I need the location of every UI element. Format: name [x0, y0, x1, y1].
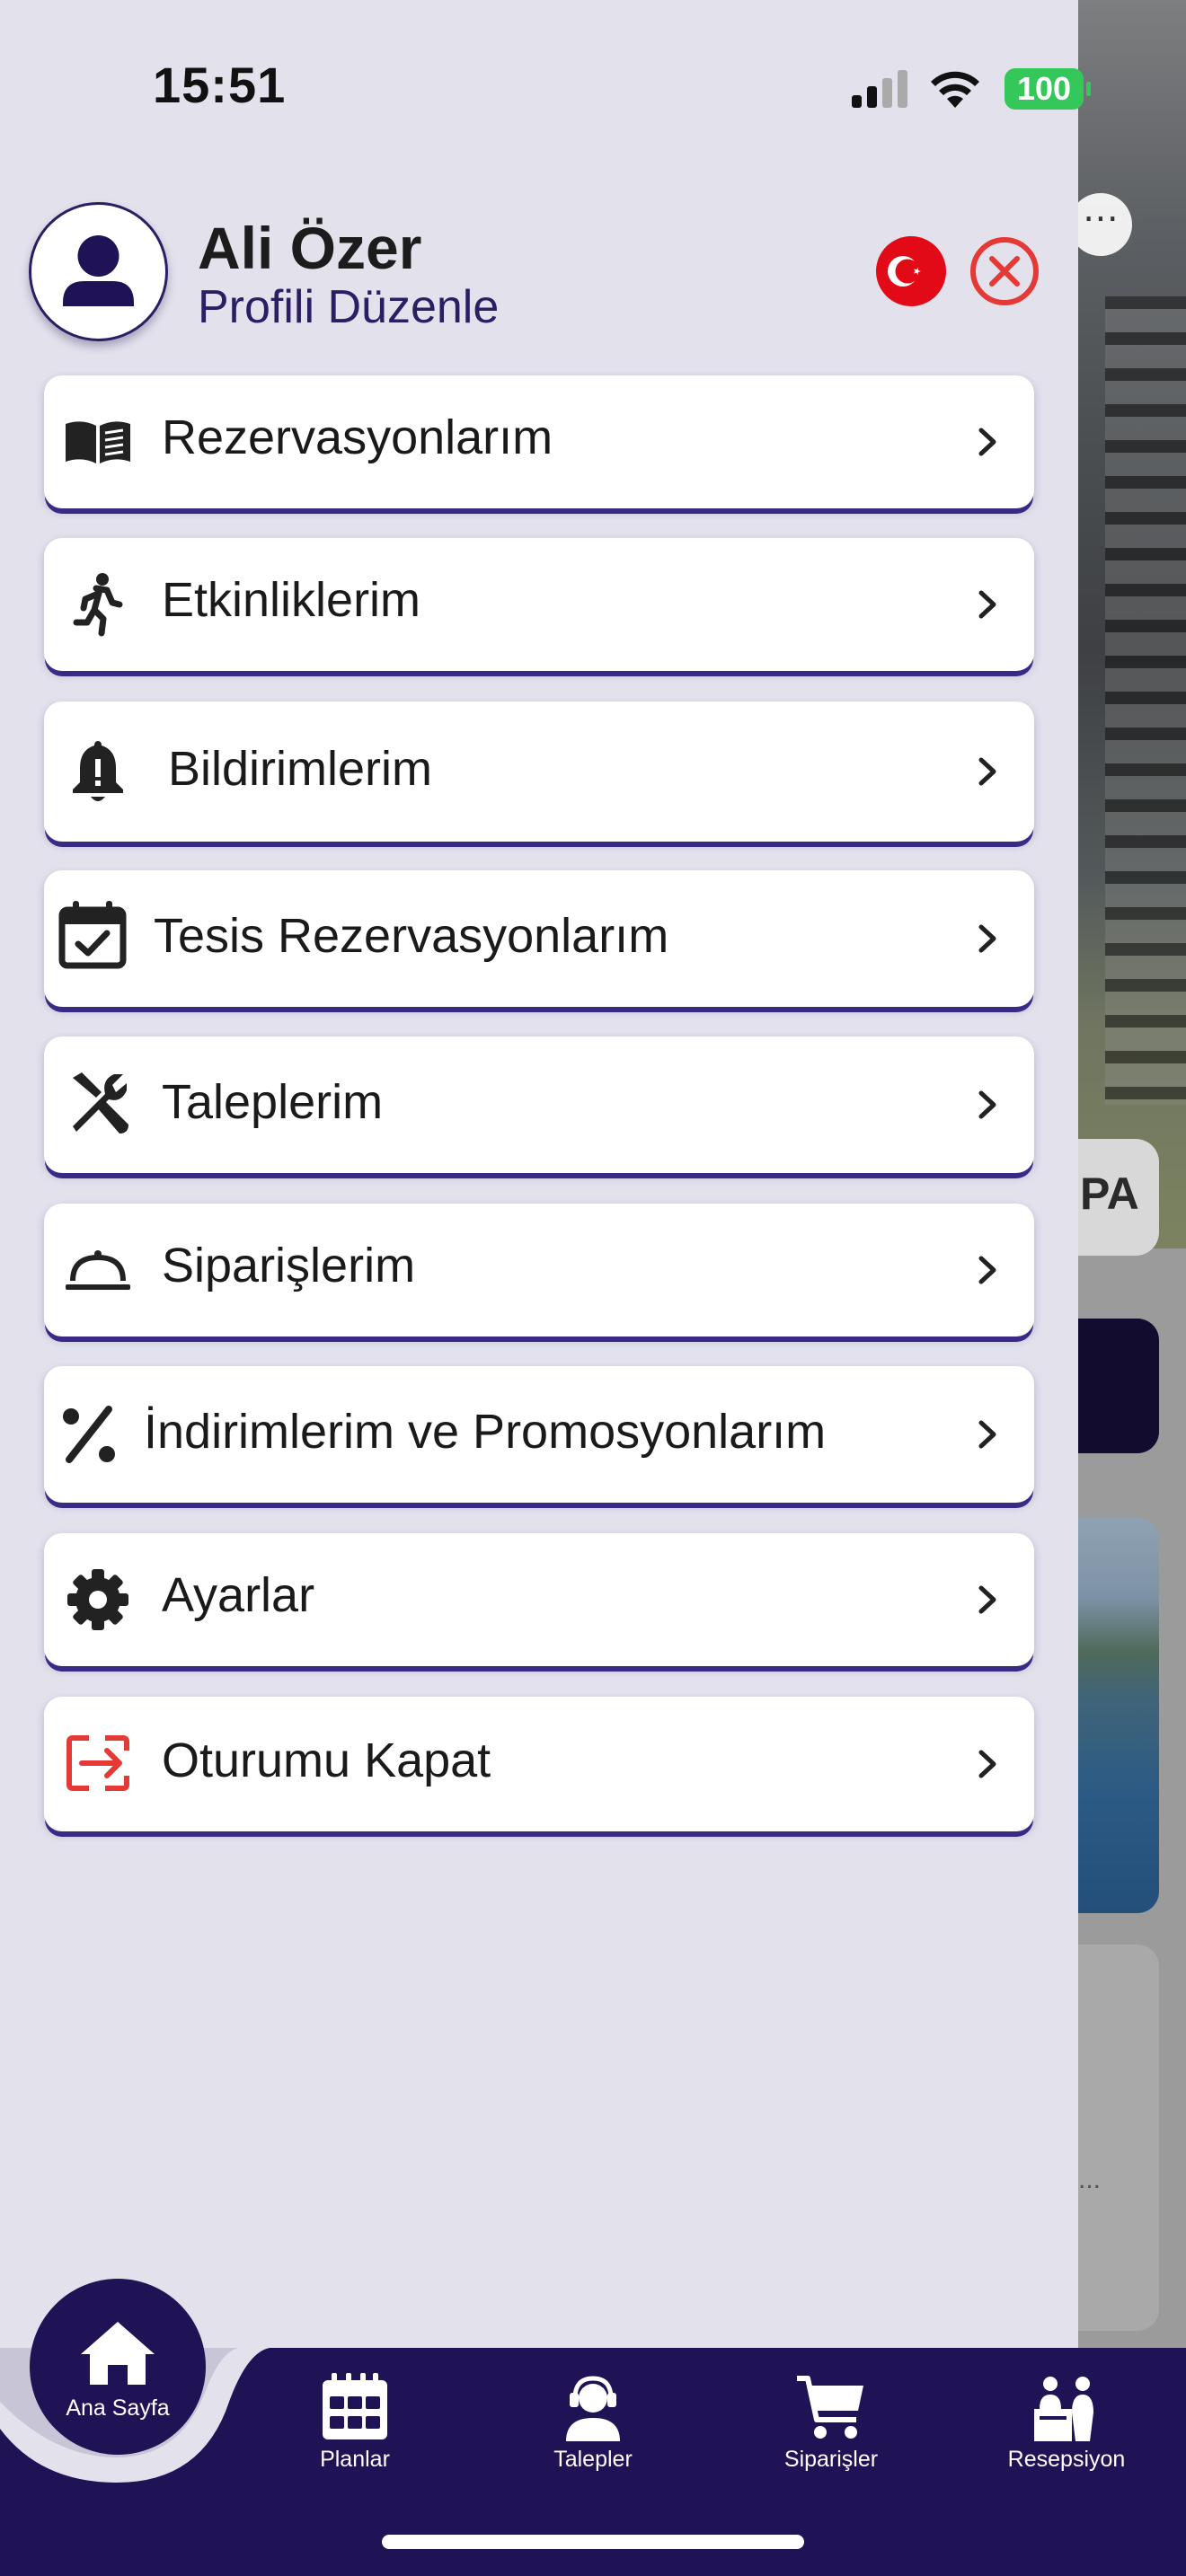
menu-item-label: Taleplerim: [162, 1075, 384, 1129]
tab-orders[interactable]: Siparişler: [741, 2371, 921, 2479]
chevron-right-icon: [978, 1090, 996, 1119]
menu-item-label: Bildirimlerim: [168, 742, 432, 796]
room-service-icon: [60, 1232, 136, 1308]
tab-label: Siparişler: [783, 2447, 879, 2472]
home-tab-button[interactable]: Ana Sayfa: [30, 2279, 206, 2455]
menu-item-label: Oturumu Kapat: [162, 1734, 491, 1787]
cellular-signal-icon: [852, 70, 909, 108]
menu-item-label: Rezervasyonlarım: [162, 410, 553, 464]
menu-item-label: Siparişlerim: [162, 1239, 416, 1292]
background-pill: PA: [1069, 1139, 1159, 1256]
bell-icon: [60, 734, 136, 809]
more-options-icon: ⋯: [1069, 193, 1132, 256]
menu-item-requests[interactable]: Taleplerim: [44, 1037, 1034, 1173]
edit-profile-link[interactable]: Profili Düzenle: [198, 280, 499, 334]
user-name: Ali Özer: [198, 215, 422, 281]
menu-item-settings[interactable]: Ayarlar: [44, 1533, 1034, 1666]
tab-plans[interactable]: Planlar: [265, 2371, 445, 2479]
background-building: [1105, 296, 1186, 1105]
chevron-right-icon: [978, 1585, 996, 1614]
tools-icon: [60, 1065, 136, 1141]
menu-item-label: Ayarlar: [162, 1568, 315, 1622]
percent-icon: [53, 1397, 128, 1472]
menu-item-label: Tesis Rezervasyonlarım: [154, 909, 669, 963]
chevron-right-icon: [978, 1750, 996, 1778]
status-time: 15:51: [153, 57, 287, 113]
avatar[interactable]: [29, 202, 168, 341]
menu-item-facility-reservations[interactable]: Tesis Rezervasyonlarım: [44, 870, 1034, 1007]
background-sea-image: [1069, 1518, 1159, 1913]
menu-item-label: Etkinliklerim: [162, 573, 421, 627]
wifi-icon: [931, 71, 979, 108]
home-icon: [81, 2322, 155, 2385]
background-ellipsis: ...: [1078, 2165, 1102, 2194]
close-icon[interactable]: [969, 235, 1040, 307]
menu-item-notifications[interactable]: Bildirimlerim: [44, 701, 1034, 842]
user-icon: [63, 235, 134, 306]
calendar-check-icon: [55, 897, 130, 973]
tab-label: Talepler: [553, 2447, 633, 2472]
chevron-right-icon: [978, 1256, 996, 1284]
home-indicator[interactable]: [382, 2535, 804, 2549]
tab-label: Planlar: [320, 2447, 390, 2472]
battery-indicator: 100: [1005, 68, 1091, 110]
chevron-right-icon: [978, 1420, 996, 1449]
running-person-icon: [60, 567, 136, 642]
menu-item-label: İndirimlerim ve Promosyonlarım: [144, 1405, 827, 1459]
menu-item-logout[interactable]: Oturumu Kapat: [44, 1697, 1034, 1831]
home-tab-label: Ana Sayfa: [66, 2395, 170, 2421]
book-open-icon: [60, 404, 136, 480]
background-card: [1069, 1945, 1159, 2331]
menu-item-events[interactable]: Etkinliklerim: [44, 538, 1034, 671]
chevron-right-icon: [978, 924, 996, 953]
tab-requests[interactable]: Talepler: [503, 2371, 683, 2479]
side-drawer: 15:51 100 Ali Özer Profili Düzenle Rezer…: [0, 0, 1091, 2576]
support-agent-icon: [566, 2376, 620, 2441]
shopping-cart-icon: [797, 2376, 863, 2439]
tab-label: Resepsiyon: [1007, 2447, 1126, 2472]
background-button: [1069, 1319, 1159, 1453]
gear-icon: [60, 1562, 136, 1637]
chevron-right-icon: [978, 428, 996, 456]
tab-reception[interactable]: Resepsiyon: [977, 2371, 1156, 2479]
menu-item-reservations[interactable]: Rezervasyonlarım: [44, 375, 1034, 508]
logout-icon: [60, 1725, 136, 1801]
menu-item-orders[interactable]: Siparişlerim: [44, 1204, 1034, 1337]
calendar-icon: [323, 2373, 387, 2439]
reception-desk-icon: [1034, 2377, 1093, 2441]
chevron-right-icon: [978, 590, 996, 619]
chevron-right-icon: [978, 757, 996, 786]
turkish-flag-icon[interactable]: [876, 236, 946, 306]
menu-item-discounts[interactable]: İndirimlerim ve Promosyonlarım: [44, 1366, 1034, 1503]
